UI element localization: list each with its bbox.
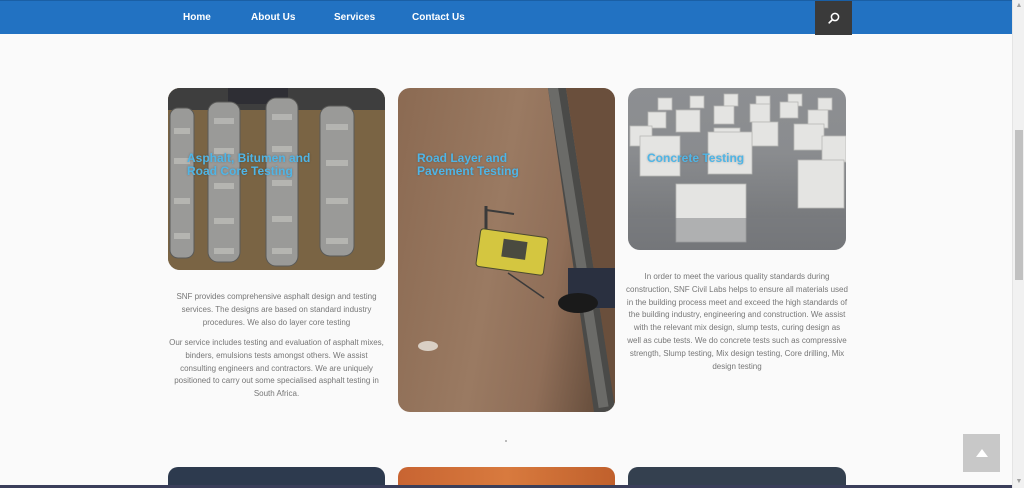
main-nav: Home About Us Services Contact Us — [168, 1, 512, 35]
road-layer-testing-title[interactable]: Road Layer and Pavement Testing — [417, 152, 519, 178]
nav-services[interactable]: Services — [334, 1, 412, 35]
asphalt-description-2: Our service includes testing and evaluat… — [169, 338, 384, 399]
scroll-down-arrow-icon[interactable]: ▼ — [1013, 476, 1024, 488]
road-title-line-2: Pavement Testing — [417, 164, 519, 178]
nav-about-us[interactable]: About Us — [251, 1, 334, 35]
search-icon — [827, 12, 839, 24]
top-nav-bar: Home About Us Services Contact Us — [0, 0, 1012, 35]
concrete-title-line-1: Concrete Testing — [647, 151, 745, 165]
divider-dot — [505, 440, 507, 442]
back-to-top-button[interactable] — [963, 434, 1000, 472]
asphalt-testing-title[interactable]: Asphalt, Bitumen and Road Core Testing — [187, 152, 310, 178]
page-scrollbar[interactable]: ▲ ▼ — [1012, 0, 1024, 488]
asphalt-testing-image[interactable] — [168, 88, 385, 270]
scroll-up-arrow-icon[interactable]: ▲ — [1013, 0, 1024, 12]
search-button[interactable] — [815, 1, 852, 35]
chevron-up-icon — [975, 449, 988, 457]
asphalt-cores-photo — [168, 88, 385, 270]
nav-home[interactable]: Home — [168, 1, 251, 35]
scrollbar-thumb[interactable] — [1015, 130, 1023, 280]
nav-contact-us[interactable]: Contact Us — [412, 1, 512, 35]
concrete-cubes-photo — [628, 93, 846, 250]
road-layer-photo — [418, 88, 615, 412]
concrete-description: In order to meet the various quality sta… — [626, 272, 848, 371]
asphalt-description-1: SNF provides comprehensive asphalt desig… — [176, 292, 377, 327]
asphalt-title-line-2: Road Core Testing — [187, 164, 293, 178]
concrete-testing-title[interactable]: Concrete Testing — [647, 152, 744, 165]
road-layer-testing-image[interactable] — [398, 88, 615, 412]
concrete-testing-image[interactable] — [628, 88, 846, 250]
